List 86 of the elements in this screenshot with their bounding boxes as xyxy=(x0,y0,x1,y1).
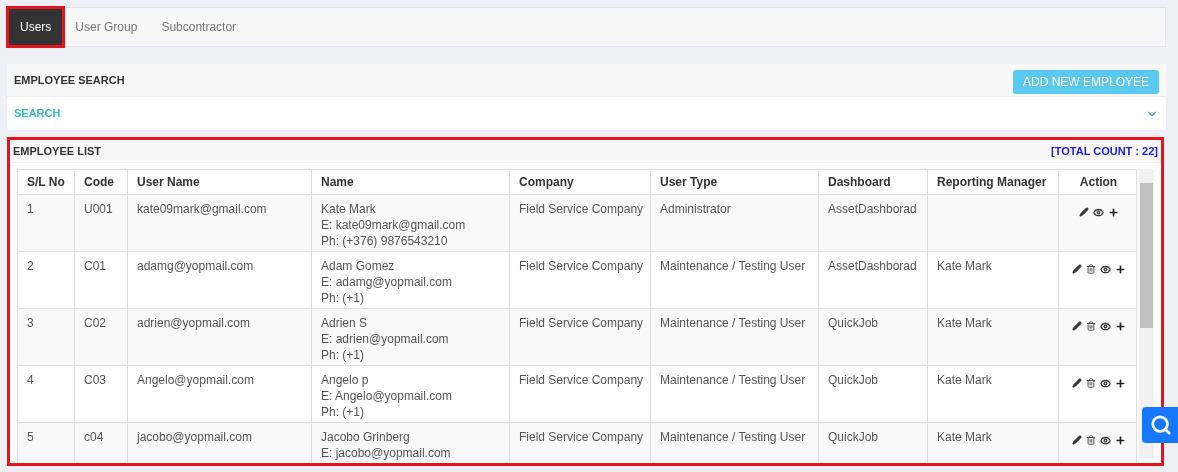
total-count: [TOTAL COUNT : 22] xyxy=(1051,143,1158,159)
table-cell: Kate Mark xyxy=(937,259,992,273)
name-detail: Ph: (+1) xyxy=(321,347,366,363)
table-cell: Kate Mark xyxy=(937,316,992,330)
trash-icon[interactable] xyxy=(1085,378,1096,388)
eye-icon[interactable] xyxy=(1099,378,1111,389)
table-cell: QuickJob xyxy=(828,316,879,330)
table-cell: U001 xyxy=(84,202,113,216)
name-detail: Adam Gomez xyxy=(321,258,396,274)
column-header: Reporting Manager xyxy=(928,170,1059,194)
table-cell: Maintenance / Testing User xyxy=(660,259,806,273)
column-header: Company xyxy=(510,170,651,194)
table-cell: Kate Mark xyxy=(937,373,992,387)
tab[interactable]: User Group xyxy=(63,8,150,46)
table-cell: Field Service Company xyxy=(519,259,644,273)
table-cell: QuickJob xyxy=(828,430,879,444)
table-cell: 1 xyxy=(27,202,34,216)
table-cell: Maintenance / Testing User xyxy=(660,373,806,387)
eye-icon[interactable] xyxy=(1099,264,1111,275)
column-header: User Type xyxy=(651,170,819,194)
column-header: Name xyxy=(312,170,510,194)
table-cell: Field Service Company xyxy=(519,373,644,387)
name-detail: Angelo p xyxy=(321,372,370,388)
column-header: S/L No xyxy=(18,170,75,194)
pencil-icon[interactable] xyxy=(1071,264,1082,274)
plus-icon[interactable] xyxy=(1114,264,1126,275)
panel-title: EMPLOYEE SEARCH xyxy=(14,72,125,88)
table-cell: AssetDashborad xyxy=(828,202,917,216)
column-header: Code xyxy=(75,170,128,194)
tab[interactable]: Users xyxy=(8,8,64,46)
name-detail: Jacobo Grinberg xyxy=(321,429,411,445)
name-detail: Ph: (+1) xyxy=(321,290,366,306)
table-cell: C01 xyxy=(84,259,106,273)
pencil-icon[interactable] xyxy=(1071,435,1082,445)
name-detail: E: jacobo@yopmail.com xyxy=(321,445,452,461)
table-cell: Maintenance / Testing User xyxy=(660,430,806,444)
scrollbar[interactable] xyxy=(1139,169,1154,459)
name-detail: E: adrien@yopmail.com xyxy=(321,331,450,347)
name-detail: E: kate09mark@gmail.com xyxy=(321,217,467,233)
table-cell: Angelo@yopmail.com xyxy=(137,373,254,387)
table-cell: Administrator xyxy=(660,202,731,216)
column-header: User Name xyxy=(128,170,312,194)
table-cell: AssetDashborad xyxy=(828,259,917,273)
column-header: Action xyxy=(1078,174,1119,191)
trash-icon[interactable] xyxy=(1085,435,1096,445)
table-cell: QuickJob xyxy=(828,373,879,387)
table-cell: Kate Mark xyxy=(937,430,992,444)
table-cell: kate09mark@gmail.com xyxy=(137,202,267,216)
table-cell: 4 xyxy=(27,373,34,387)
table-cell: 2 xyxy=(27,259,34,273)
name-detail: Kate Mark xyxy=(321,201,377,217)
table-cell: 5 xyxy=(27,430,34,444)
table-cell: Maintenance / Testing User xyxy=(660,316,806,330)
table-cell: Field Service Company xyxy=(519,202,644,216)
pencil-icon[interactable] xyxy=(1071,378,1082,388)
floating-search-button[interactable] xyxy=(1142,407,1178,443)
table-cell: 3 xyxy=(27,316,34,330)
pencil-icon[interactable] xyxy=(1078,207,1089,217)
trash-icon[interactable] xyxy=(1085,264,1096,274)
plus-icon[interactable] xyxy=(1114,378,1126,389)
eye-icon[interactable] xyxy=(1099,435,1111,446)
table-cell: Field Service Company xyxy=(519,316,644,330)
trash-icon[interactable] xyxy=(1085,321,1096,331)
name-detail: Ph: (+1) xyxy=(321,404,366,420)
search-section-toggle[interactable]: SEARCH xyxy=(14,105,61,122)
table-cell: Field Service Company xyxy=(519,430,644,444)
table-cell: jacobo@yopmail.com xyxy=(137,430,252,444)
name-detail: Adrien S xyxy=(321,315,369,331)
tab[interactable]: Subcontractor xyxy=(149,8,249,46)
plus-icon[interactable] xyxy=(1107,207,1119,218)
name-detail: E: adamg@yopmail.com xyxy=(321,274,453,290)
name-detail: E: Angelo@yopmail.com xyxy=(321,388,453,404)
name-detail: Ph: (+376) 9876543210 xyxy=(321,233,449,249)
table-cell: C02 xyxy=(84,316,106,330)
table-cell: adamg@yopmail.com xyxy=(137,259,254,273)
pencil-icon[interactable] xyxy=(1071,321,1082,331)
eye-icon[interactable] xyxy=(1092,207,1104,218)
table-cell: c04 xyxy=(84,430,104,444)
search-icon xyxy=(1150,414,1172,436)
column-header: Dashboard xyxy=(819,170,928,194)
plus-icon[interactable] xyxy=(1114,435,1126,446)
table-cell: adrien@yopmail.com xyxy=(137,316,250,330)
eye-icon[interactable] xyxy=(1099,321,1111,332)
plus-icon[interactable] xyxy=(1114,321,1126,332)
table-cell: C03 xyxy=(84,373,106,387)
list-title: EMPLOYEE LIST xyxy=(13,143,101,159)
